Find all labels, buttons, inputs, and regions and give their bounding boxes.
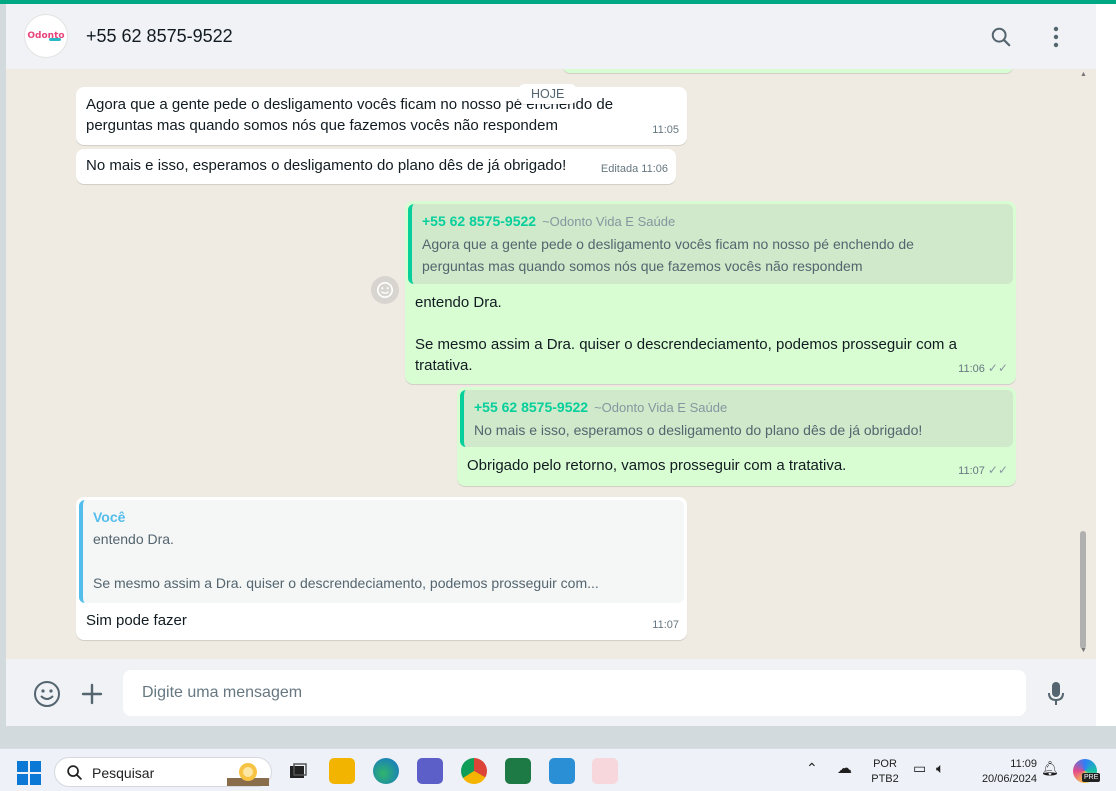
copilot-icon[interactable]: PRE (1073, 759, 1101, 783)
quote-pushname: ~Odonto Vida E Saúde (542, 214, 676, 229)
language-top: POR (873, 758, 897, 770)
previous-message-bubble (563, 69, 1013, 73)
excel-icon[interactable] (505, 758, 531, 784)
microphone-icon[interactable] (1041, 679, 1071, 709)
read-ticks-icon: ✓✓ (987, 463, 1008, 477)
message-text: No mais e isso, esperamos o desligamento… (86, 157, 567, 174)
quote-line-2: Se mesmo assim a Dra. quiser o descrende… (93, 575, 599, 591)
emoji-icon[interactable] (32, 679, 62, 709)
edge-browser-icon[interactable] (373, 758, 399, 784)
task-view-icon[interactable] (285, 758, 311, 784)
message-input[interactable] (123, 670, 1026, 716)
chat-header: Odonto +55 62 8575-9522 (6, 4, 1096, 69)
message-time: 11:07 (652, 619, 679, 631)
quoted-message[interactable]: +55 62 8575-9522 ~Odonto Vida E Saúde No … (460, 390, 1013, 447)
incoming-message-1[interactable]: Agora que a gente pede o desligamento vo… (76, 87, 687, 145)
show-hidden-icons-icon[interactable]: ⌃ (806, 761, 818, 776)
react-emoji-icon[interactable] (371, 276, 399, 304)
message-time: 11:05 (652, 124, 679, 136)
copilot-badge: PRE (1082, 773, 1101, 782)
search-icon[interactable] (986, 22, 1016, 52)
quote-author: Você (93, 509, 126, 525)
quote-pushname: ~Odonto Vida E Saúde (594, 400, 728, 415)
clock[interactable]: 11:09 20/06/2024 (965, 757, 1037, 787)
message-composer (6, 659, 1096, 726)
contact-name[interactable]: +55 62 8575-9522 (86, 26, 233, 47)
windows-start-icon[interactable] (17, 761, 41, 785)
message-text: Obrigado pelo retorno, vamos prosseguir … (467, 457, 847, 474)
taskbar-search[interactable]: Pesquisar (54, 757, 272, 787)
language-bottom: PTB2 (871, 773, 899, 785)
read-ticks-icon: ✓✓ (987, 361, 1008, 375)
desktop-strip (0, 726, 1116, 748)
message-meta: 11:06 ✓✓ (958, 358, 1008, 380)
incoming-message-2[interactable]: No mais e isso, esperamos o desligamento… (76, 149, 676, 184)
notification-bell-icon[interactable]: 🔔︎ (1041, 761, 1059, 776)
message-text: Sim pode fazer (86, 612, 187, 629)
incoming-message-3[interactable]: Você entendo Dra. Se mesmo assim a Dra. … (76, 497, 687, 640)
scroll-down-icon[interactable]: ▼ (1079, 647, 1088, 657)
quote-author: +55 62 8575-9522 (474, 399, 589, 415)
message-meta: Editada 11:06 (601, 159, 668, 180)
message-list[interactable]: HOJE Agora que a gente pede o desligamen… (6, 69, 1096, 659)
notepad-icon[interactable] (549, 758, 575, 784)
quote-line-1: entendo Dra. (93, 531, 174, 547)
outgoing-message-2[interactable]: +55 62 8575-9522 ~Odonto Vida E Saúde No … (457, 387, 1016, 486)
message-time: 11:06 (958, 363, 985, 375)
message-time: 11:07 (958, 465, 985, 477)
whatsapp-window: Odonto +55 62 8575-9522 HOJE Agora que a… (6, 4, 1096, 726)
quote-text: Agora que a gente pede o desligamento vo… (422, 236, 914, 274)
scroll-thumb[interactable] (1080, 531, 1086, 649)
search-highlight-icon (227, 763, 269, 786)
message-time: 11:06 (641, 163, 668, 175)
chat-scrollbar[interactable]: ▲ ▼ (1079, 69, 1088, 659)
clock-date: 20/06/2024 (981, 773, 1037, 785)
outgoing-message-1[interactable]: +55 62 8575-9522 ~Odonto Vida E Saúde Ago… (405, 201, 1016, 384)
message-meta: 11:07 ✓✓ (958, 460, 1008, 482)
scroll-up-icon[interactable]: ▲ (1079, 71, 1088, 81)
attach-plus-icon[interactable] (77, 679, 107, 709)
quote-text: No mais e isso, esperamos o desligamento… (474, 422, 923, 438)
contact-avatar[interactable]: Odonto (24, 14, 68, 58)
cloud-offline-icon[interactable]: ☁ (837, 761, 852, 776)
message-text-line-2: Se mesmo assim a Dra. quiser o descrende… (415, 336, 957, 374)
background-window-edge (1096, 4, 1116, 726)
chrome-icon[interactable] (461, 758, 487, 784)
teams-icon[interactable] (417, 758, 443, 784)
volume-icon[interactable]: 🔈︎ (936, 761, 944, 776)
clock-time: 11:09 (1010, 758, 1037, 770)
quoted-message[interactable]: +55 62 8575-9522 ~Odonto Vida E Saúde Ago… (408, 204, 1013, 284)
file-explorer-icon[interactable] (329, 758, 355, 784)
avatar-logo-mark (49, 38, 61, 41)
date-chip: HOJE (518, 84, 578, 104)
message-text-line-1: entendo Dra. (415, 294, 502, 311)
windows-taskbar: Pesquisar ⌃ ☁ POR PTB2 ▭ 🔈︎ 11:09 20/06/… (0, 748, 1116, 791)
edited-label: Editada (600, 163, 639, 175)
search-label: Pesquisar (92, 765, 155, 781)
quote-author: +55 62 8575-9522 (422, 213, 537, 229)
quoted-message[interactable]: Você entendo Dra. Se mesmo assim a Dra. … (79, 500, 684, 603)
language-indicator[interactable]: POR PTB2 (868, 757, 902, 787)
network-icon[interactable]: ▭ (913, 761, 926, 776)
search-icon (67, 765, 82, 780)
menu-icon[interactable] (1041, 22, 1071, 52)
snipping-tool-icon[interactable] (592, 758, 618, 784)
